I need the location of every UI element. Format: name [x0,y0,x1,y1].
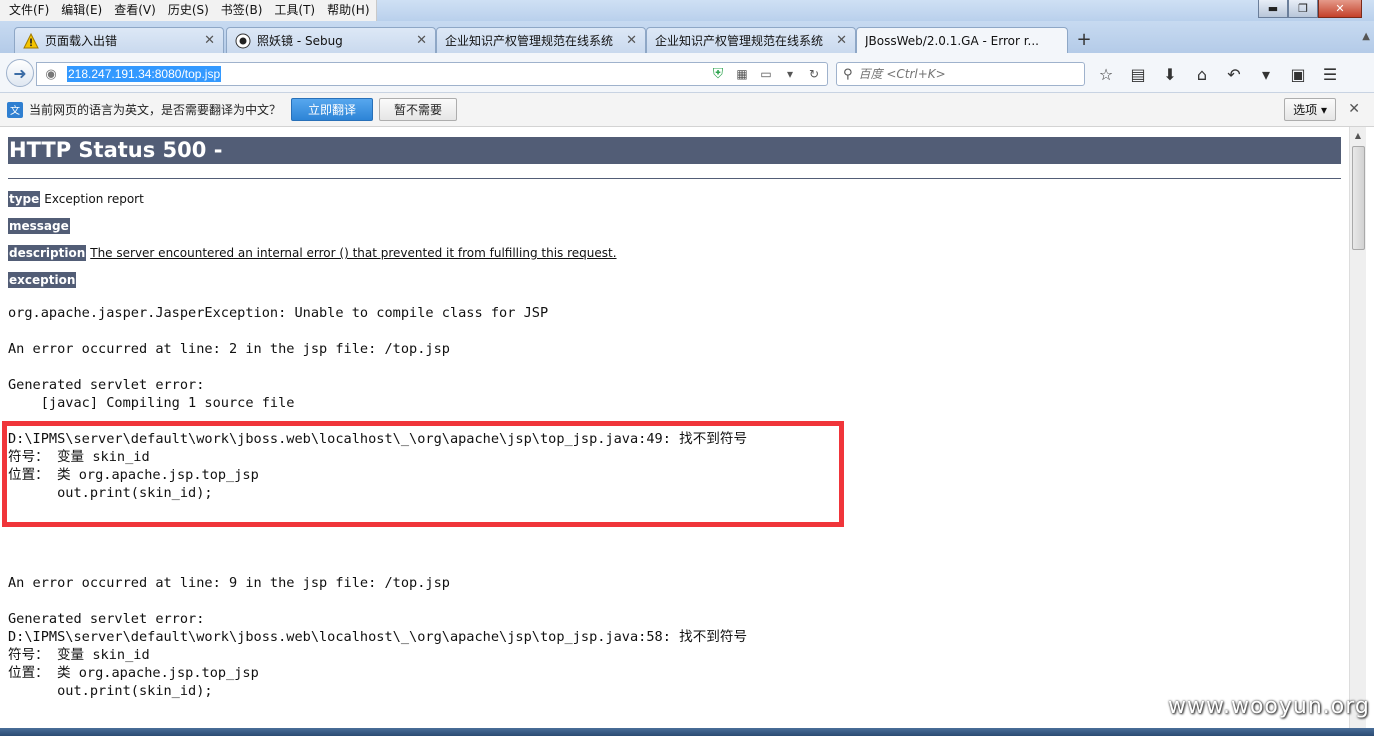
type-value: Exception report [44,192,144,206]
home-icon[interactable]: ⌂ [1190,63,1214,85]
tab-label: 企业知识产权管理规范在线系统 [655,34,824,48]
undo-dropdown-icon[interactable]: ▾ [1254,63,1278,85]
bookmarks-list-icon[interactable]: ▤ [1126,63,1150,85]
type-row: type Exception report [8,191,144,207]
reload-icon[interactable]: ↻ [805,65,823,83]
back-button[interactable]: ➜ [6,59,34,87]
translate-bar-icon: 文 [7,101,23,118]
menu-history[interactable]: 历史(S) [162,0,215,21]
vertical-scrollbar[interactable]: ▲ [1349,127,1366,728]
menu-bar: 文件(F) 编辑(E) 查看(V) 历史(S) 书签(B) 工具(T) 帮助(H… [0,0,1374,21]
generated-error-label-2: Generated servlet error: [8,611,205,627]
translation-bar: 文 当前网页的语言为英文，是否需要翻译为中文？ 立即翻译 暂不需要 选项 ▾ ✕ [0,93,1374,127]
description-label: description [8,245,87,261]
description-row: description The server encountered an in… [8,245,617,261]
bookmark-star-icon[interactable]: ☆ [1094,63,1118,85]
globe-icon: ◉ [45,66,57,82]
undo-arrow-icon[interactable]: ↶ [1222,63,1246,85]
message-row: message [8,218,70,234]
warning-icon [23,32,39,48]
url-bar[interactable]: ◉ 218.247.191.34:8080/top.jsp ⛨ ▦ ▭ ▾ ↻ [36,62,828,86]
os-taskbar [0,728,1374,736]
menu-view[interactable]: 查看(V) [108,0,162,21]
menu-tools[interactable]: 工具(T) [268,0,321,21]
hamburger-menu-icon[interactable]: ☰ [1318,63,1342,85]
tab-bar: 页面载入出错 ✕ 照妖镜 - Sebug ✕ 企业知识产权管理规范在线系统 ✕ … [0,21,1374,54]
close-window-button[interactable]: ✕ [1318,0,1362,18]
tab-label: 页面载入出错 [45,34,118,48]
sebug-icon [235,33,251,48]
tab-label: 照妖镜 - Sebug [257,34,343,48]
message-label: message [8,218,70,234]
download-arrow-icon[interactable]: ⬇ [1158,63,1182,85]
new-tab-plus-icon[interactable]: + [1074,29,1094,50]
tab-ipms-1[interactable]: 企业知识产权管理规范在线系统 ✕ [436,27,646,53]
menu-edit[interactable]: 编辑(E) [55,0,108,21]
options-label: 选项 [1293,103,1318,117]
qr-code-icon[interactable]: ▦ [733,65,751,83]
error-line-1: An error occurred at line: 2 in the jsp … [8,341,450,357]
error-block-2-line-1: D:\IPMS\server\default\work\jboss.web\lo… [8,629,748,645]
menu-file[interactable]: 文件(F) [3,0,55,21]
tab-label: JBossWeb/2.0.1.GA - Error r... [865,34,1039,48]
reader-view-icon[interactable]: ▭ [757,65,775,83]
exception-label: exception [8,272,77,288]
search-input[interactable] [858,67,1059,81]
type-label: type [8,191,41,207]
tab-sebug[interactable]: 照妖镜 - Sebug ✕ [226,27,436,53]
page-content: HTTP Status 500 - type Exception report … [0,127,1349,728]
tab-close-icon[interactable]: ✕ [416,33,427,48]
error-line-2: An error occurred at line: 9 in the jsp … [8,575,450,591]
tab-jbossweb-error[interactable]: JBossWeb/2.0.1.GA - Error r... [856,27,1068,54]
exception-row: exception [8,272,77,288]
window-controls: ▬ ❐ ✕ [1258,0,1362,18]
url-text[interactable]: 218.247.191.34:8080/top.jsp [67,66,222,82]
tab-list-chevron-icon[interactable]: ▲ [1362,31,1370,42]
search-box[interactable]: ⚲ [836,62,1085,86]
javac-line: [javac] Compiling 1 source file [8,395,295,411]
tab-close-icon[interactable]: ✕ [626,33,637,48]
exception-message: org.apache.jasper.JasperException: Unabl… [8,305,549,321]
options-button[interactable]: 选项 ▾ [1284,98,1336,121]
search-icon: ⚲ [843,66,853,82]
translation-message: 当前网页的语言为英文，是否需要翻译为中文？ [29,103,282,117]
error-block-2-line-4: out.print(skin_id); [8,683,213,699]
browser-window: 文件(F) 编辑(E) 查看(V) 历史(S) 书签(B) 工具(T) 帮助(H… [0,0,1374,736]
security-shield-icon[interactable]: ⛨ [709,65,727,83]
translation-bar-close-icon[interactable]: ✕ [1348,101,1360,117]
tab-close-icon[interactable]: ✕ [836,33,847,48]
divider [8,178,1341,179]
watermark: www.wooyun.org [1168,694,1370,719]
url-bar-icons: ⛨ ▦ ▭ ▾ ↻ [709,65,823,83]
translate-icon[interactable]: ▣ [1286,63,1310,85]
options-dropdown-icon: ▾ [1317,102,1327,117]
toolbar-icons: ☆ ▤ ⬇ ⌂ ↶ ▾ ▣ ☰ [1094,63,1342,85]
tab-label: 企业知识产权管理规范在线系统 [445,34,614,48]
dropdown-chevron-icon[interactable]: ▾ [781,65,799,83]
description-value: The server encountered an internal error… [90,246,617,260]
page-title: HTTP Status 500 - [8,137,1341,164]
restore-button[interactable]: ❐ [1288,0,1318,18]
error-block-2-line-3: 位置： 类 org.apache.jsp.top_jsp [8,665,259,681]
tab-close-icon[interactable]: ✕ [204,33,215,48]
not-now-button[interactable]: 暂不需要 [379,98,458,121]
error-block-2-line-2: 符号： 变量 skin_id [8,647,150,663]
back-arrow-icon: ➜ [13,63,27,83]
menu-help[interactable]: 帮助(H) [321,0,375,21]
minimize-button[interactable]: ▬ [1258,0,1288,18]
scroll-up-arrow-icon[interactable]: ▲ [1350,127,1366,144]
tab-ipms-2[interactable]: 企业知识产权管理规范在线系统 ✕ [646,27,856,53]
highlight-box [2,421,844,527]
scrollbar-thumb[interactable] [1352,146,1365,250]
navigation-bar: ➜ ◉ 218.247.191.34:8080/top.jsp ⛨ ▦ ▭ ▾ … [0,53,1374,93]
generated-error-label-1: Generated servlet error: [8,377,205,393]
menu-list: 文件(F) 编辑(E) 查看(V) 历史(S) 书签(B) 工具(T) 帮助(H… [0,0,377,21]
tab-page-load-error[interactable]: 页面载入出错 ✕ [14,27,224,53]
menu-bookmarks[interactable]: 书签(B) [215,0,269,21]
translate-now-button[interactable]: 立即翻译 [291,98,374,121]
